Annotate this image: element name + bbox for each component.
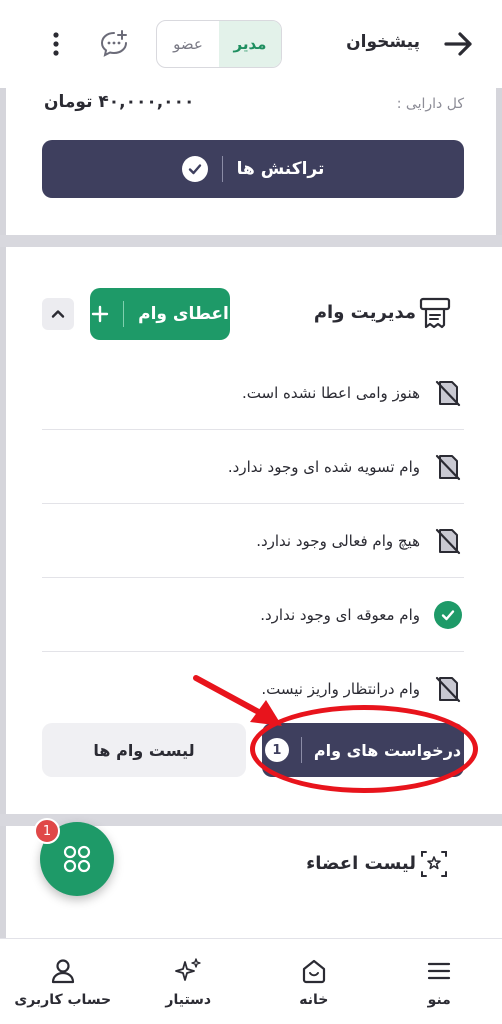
no-document-icon: [432, 377, 464, 409]
nav-account-label: حساب کاربری: [14, 991, 112, 1008]
bottom-navigation: منو خانه دستیار حساب کاربری: [0, 938, 502, 1024]
no-document-icon: [432, 451, 464, 483]
loan-receipt-icon: [419, 297, 451, 329]
grant-loan-button[interactable]: اعطای وام: [90, 288, 230, 340]
annotation-arrow-icon: [193, 675, 282, 726]
check-circle-icon: [432, 599, 464, 631]
nav-menu[interactable]: منو: [377, 939, 502, 1024]
scroll-edge: [0, 88, 6, 938]
status-text: وام تسویه شده ای وجود ندارد.: [227, 457, 420, 476]
role-member-option[interactable]: عضو: [157, 21, 219, 67]
role-manager-option[interactable]: مدیر: [219, 21, 281, 67]
chat-add-icon[interactable]: [98, 28, 130, 60]
list-item: هیچ وام فعالی وجود ندارد.: [42, 504, 464, 578]
kebab-menu-icon[interactable]: [44, 28, 68, 60]
section-divider: [0, 235, 502, 247]
button-separator: [221, 156, 223, 182]
nav-home[interactable]: خانه: [251, 939, 377, 1024]
no-document-icon: [432, 525, 464, 557]
members-icon: [421, 851, 447, 877]
list-item: وام معوقه ای وجود ندارد.: [42, 578, 464, 652]
transactions-button[interactable]: تراکنش ها: [42, 140, 464, 198]
home-icon: [302, 959, 325, 983]
role-toggle[interactable]: عضو مدیر: [156, 20, 282, 68]
loan-management-title: مدیریت وام: [313, 302, 416, 323]
grid-icon: [63, 845, 91, 873]
nav-menu-label: منو: [427, 991, 451, 1008]
total-assets-label: کل دارایی :: [396, 96, 464, 112]
no-document-icon: [432, 673, 464, 705]
plus-icon: [91, 305, 109, 323]
nav-assistant[interactable]: دستیار: [126, 939, 252, 1024]
hamburger-icon: [428, 962, 451, 979]
app-header: پیشخوان عضو مدیر: [0, 0, 502, 88]
user-icon: [51, 958, 74, 983]
transactions-label: تراکنش ها: [236, 159, 325, 179]
nav-account[interactable]: حساب کاربری: [0, 939, 126, 1024]
scroll-edge-right: [496, 88, 502, 238]
notification-badge: 1: [34, 818, 60, 844]
status-text: هنوز وامی اعطا نشده است.: [242, 383, 420, 402]
collapse-button[interactable]: [42, 298, 74, 330]
chevron-up-icon: [51, 310, 65, 318]
arrow-right-icon[interactable]: [440, 26, 476, 62]
members-list-title[interactable]: لیست اعضاء: [306, 853, 416, 874]
grant-loan-label: اعطای وام: [138, 304, 229, 324]
total-assets-value: ۴۰,۰۰۰,۰۰۰ تومان: [44, 92, 195, 112]
nav-home-label: خانه: [299, 991, 329, 1008]
page-title: پیشخوان: [346, 32, 420, 52]
status-text: هیچ وام فعالی وجود ندارد.: [256, 531, 420, 550]
list-item: وام تسویه شده ای وجود ندارد.: [42, 430, 464, 504]
list-item: هنوز وامی اعطا نشده است.: [42, 356, 464, 430]
status-text: وام معوقه ای وجود ندارد.: [260, 605, 420, 624]
nav-assistant-label: دستیار: [165, 991, 212, 1008]
check-circle-icon: [181, 156, 208, 182]
button-separator: [123, 301, 125, 327]
sparkle-icon: [175, 957, 201, 981]
